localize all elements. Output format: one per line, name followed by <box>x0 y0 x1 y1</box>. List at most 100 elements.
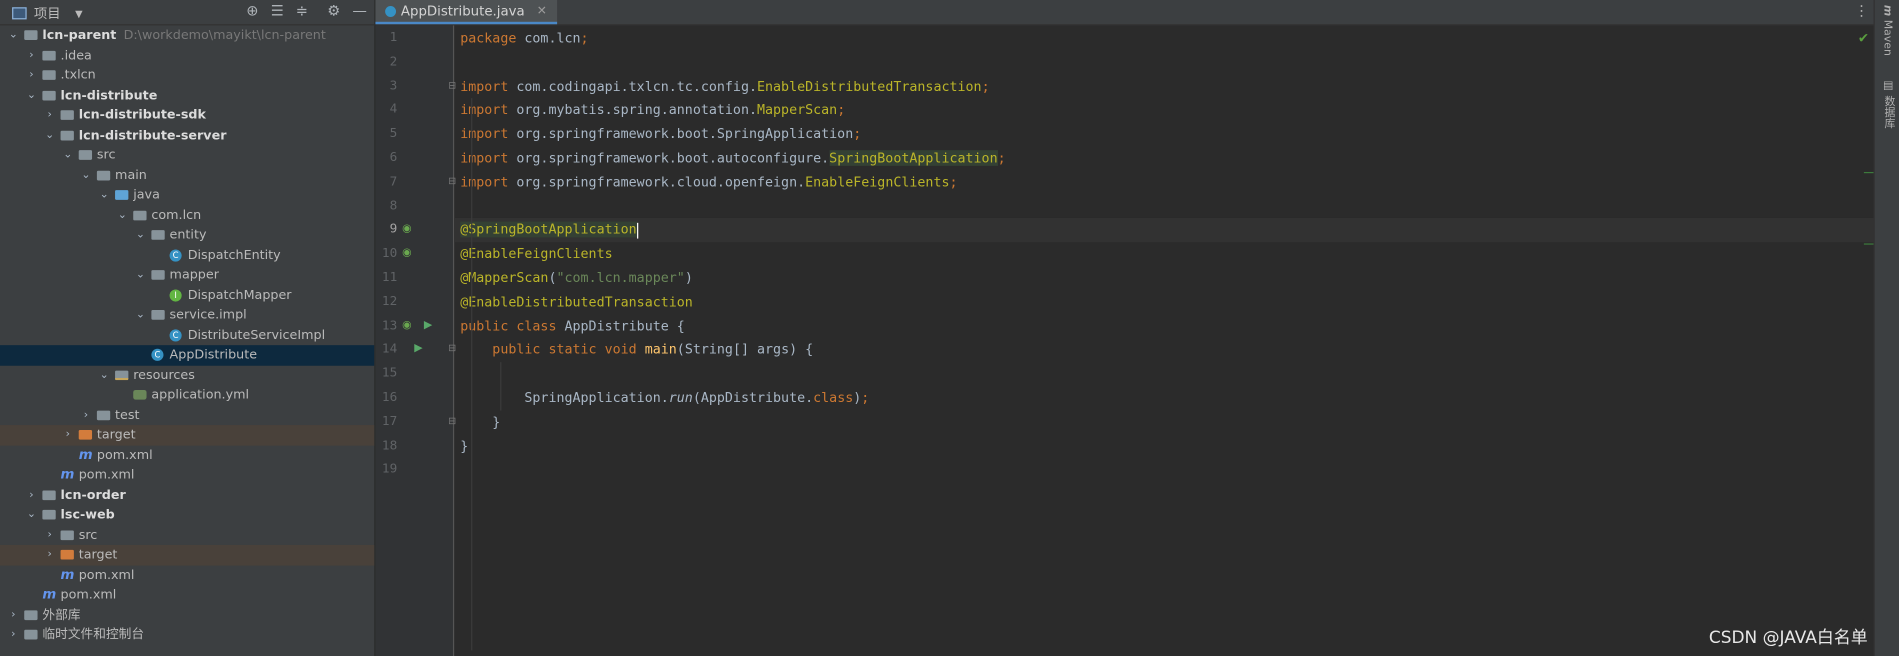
chevron-down-icon[interactable]: ⌄ <box>80 165 92 185</box>
chevron-down-icon[interactable]: ⌄ <box>98 185 110 205</box>
tree-item[interactable]: ⌄ main <box>0 165 374 185</box>
chevron-right-icon[interactable]: › <box>44 105 56 125</box>
close-icon[interactable]: ✕ <box>537 4 547 17</box>
code-line[interactable]: SpringApplication.run(AppDistribute.clas… <box>460 386 869 410</box>
chevron-down-icon[interactable]: ⌄ <box>62 145 74 165</box>
tree-item[interactable]: ⌄ mapper <box>0 265 374 285</box>
tree-item[interactable]: I DispatchMapper <box>0 285 374 305</box>
code-line[interactable]: } <box>460 434 468 458</box>
code-line[interactable]: public static void main(String[] args) { <box>460 338 813 362</box>
line-number: 18 <box>381 437 398 453</box>
maven-tool-button[interactable]: m Maven <box>1881 5 1893 56</box>
no-problems-check-icon[interactable]: ✔ <box>1858 30 1869 46</box>
code-text-area[interactable]: package com.lcn; import com.codingapi.txl… <box>454 25 1874 656</box>
chevron-down-icon[interactable]: ⌄ <box>25 85 37 105</box>
tree-item-label: DistributeServiceImpl <box>188 325 325 345</box>
run-icon[interactable]: ▶ <box>424 319 432 331</box>
code-line[interactable]: @EnableDistributedTransaction <box>460 290 693 314</box>
chevron-right-icon[interactable]: › <box>25 45 37 65</box>
tree-item[interactable]: ⌄ service.impl <box>0 305 374 325</box>
tree-item[interactable]: › target <box>0 425 375 446</box>
tree-item[interactable]: ⌄ java <box>0 185 374 205</box>
code-token: @SpringBootApplication <box>460 222 637 238</box>
tree-item-label: main <box>115 165 147 185</box>
code-token: @EnableFeignClients <box>460 246 613 262</box>
tree-item[interactable]: › .txlcn <box>0 65 374 85</box>
code-line[interactable]: import org.mybatis.spring.annotation.Map… <box>460 99 845 123</box>
tree-item[interactable]: › 外部库 <box>0 605 374 625</box>
tree-item[interactable]: m pom.xml <box>0 565 374 585</box>
chevron-down-icon[interactable]: ⌄ <box>44 125 56 145</box>
code-line[interactable]: public class AppDistribute { <box>460 314 685 338</box>
tree-item-label: lcn-distribute <box>61 85 158 105</box>
tree-item[interactable]: ⌄ lcn-parent D:\workdemo\mayikt\lcn-parent <box>0 25 374 45</box>
chevron-down-icon[interactable]: ⌄ <box>98 365 110 385</box>
chevron-right-icon[interactable]: › <box>80 405 92 425</box>
project-view-selector[interactable]: 项目 ▼ <box>12 4 83 23</box>
spring-bean-icon[interactable]: ◉ <box>402 319 412 331</box>
line-number: 15 <box>381 365 398 381</box>
tree-item[interactable]: › src <box>0 525 374 545</box>
locate-file-icon[interactable]: ⊕ <box>246 2 258 19</box>
tree-item[interactable]: › .idea <box>0 45 374 65</box>
chevron-down-icon[interactable]: ⌄ <box>134 225 146 245</box>
code-line[interactable]: import org.springframework.boot.autoconf… <box>460 147 1006 171</box>
tree-item[interactable]: C DispatchEntity <box>0 245 374 265</box>
chevron-right-icon[interactable]: › <box>62 425 74 445</box>
tree-item[interactable]: C AppDistribute <box>0 345 375 366</box>
hide-panel-icon[interactable]: — <box>352 2 367 19</box>
tree-item[interactable]: m pom.xml <box>0 585 374 605</box>
more-options-icon[interactable]: ⋮ <box>1854 2 1869 19</box>
run-icon[interactable]: ▶ <box>414 343 422 355</box>
code-line[interactable]: import org.springframework.cloud.openfei… <box>460 171 957 195</box>
database-tool-button[interactable]: ▤ 数据库 <box>1881 80 1897 128</box>
tree-item[interactable]: ⌄ src <box>0 145 374 165</box>
chevron-right-icon[interactable]: › <box>7 625 19 645</box>
tree-item[interactable]: › target <box>0 544 375 565</box>
chevron-right-icon[interactable]: › <box>44 545 56 565</box>
tree-item[interactable]: m pom.xml <box>0 465 374 485</box>
code-line[interactable]: @MapperScan("com.lcn.mapper") <box>460 266 693 290</box>
expand-all-icon[interactable]: ☰ <box>271 2 284 19</box>
chevron-right-icon[interactable]: › <box>44 525 56 545</box>
tree-item[interactable]: ⌄ entity <box>0 225 374 245</box>
chevron-down-icon[interactable]: ⌄ <box>134 305 146 325</box>
tree-item[interactable]: ⌄ lcn-distribute <box>0 85 374 105</box>
line-number: 12 <box>381 294 398 309</box>
chevron-right-icon[interactable]: › <box>7 605 19 625</box>
chevron-down-icon[interactable]: ⌄ <box>116 205 128 225</box>
database-icon: ▤ <box>1882 79 1895 93</box>
tab-appdistribute-java[interactable]: AppDistribute.java ✕ <box>375 0 557 25</box>
tree-item[interactable]: application.yml <box>0 385 374 405</box>
maven-icon: m <box>78 446 93 463</box>
code-token: SpringBootApplication <box>829 150 998 166</box>
tree-item[interactable]: m pom.xml <box>0 445 374 465</box>
gear-icon[interactable]: ⚙ <box>327 2 340 19</box>
chevron-right-icon[interactable]: › <box>25 485 37 505</box>
tree-item[interactable]: ⌄ com.lcn <box>0 205 374 225</box>
tree-item[interactable]: C DistributeServiceImpl <box>0 325 374 345</box>
tree-item[interactable]: › 临时文件和控制台 <box>0 625 374 645</box>
editor-tab-bar: AppDistribute.java ✕ ⋮ <box>375 0 1874 26</box>
code-line[interactable]: @EnableFeignClients <box>460 242 612 266</box>
tree-item-label: src <box>79 525 98 545</box>
code-line[interactable]: } <box>460 410 500 434</box>
code-line[interactable]: import com.codingapi.txlcn.tc.config.Ena… <box>460 75 989 99</box>
code-line[interactable]: package com.lcn; <box>460 27 588 51</box>
tree-item[interactable]: ⌄ resources <box>0 365 374 385</box>
chevron-down-icon[interactable]: ⌄ <box>25 505 37 525</box>
tree-item[interactable]: ⌄ lsc-web <box>0 505 374 525</box>
code-line[interactable]: @SpringBootApplication <box>460 218 638 242</box>
code-line[interactable]: import org.springframework.boot.SpringAp… <box>460 123 861 147</box>
tree-item[interactable]: › lcn-order <box>0 485 374 505</box>
tree-item[interactable]: › lcn-distribute-sdk <box>0 105 374 125</box>
chevron-right-icon[interactable]: › <box>25 65 37 85</box>
spring-bean-icon[interactable]: ◉ <box>402 223 412 235</box>
collapse-all-icon[interactable]: ≑ <box>296 2 308 19</box>
chevron-down-icon[interactable]: ⌄ <box>134 265 146 285</box>
line-number: 9 <box>389 222 398 237</box>
tree-item[interactable]: ⌄ lcn-distribute-server <box>0 125 374 145</box>
tree-item[interactable]: › test <box>0 405 374 425</box>
chevron-down-icon[interactable]: ⌄ <box>7 25 19 45</box>
spring-bean-icon[interactable]: ◉ <box>402 247 412 259</box>
